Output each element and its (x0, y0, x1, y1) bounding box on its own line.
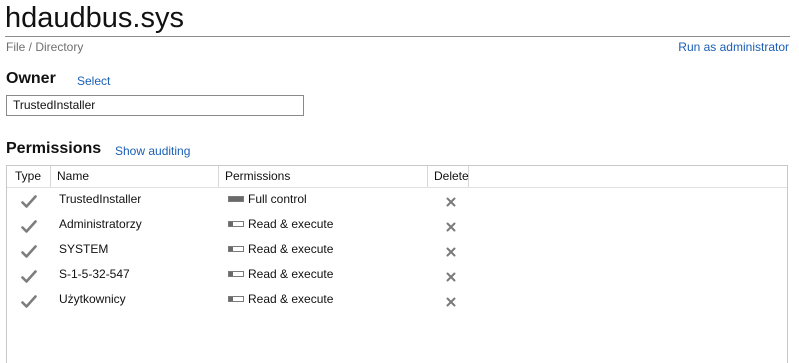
permission-cell[interactable]: Read & execute (228, 262, 333, 287)
allow-check-icon (21, 218, 37, 233)
principal-name: Użytkownicy (59, 292, 126, 306)
object-type-label: File / Directory (6, 40, 84, 54)
show-auditing-link[interactable]: Show auditing (115, 144, 190, 158)
type-cell (21, 237, 37, 262)
permission-label: Read & execute (248, 292, 334, 306)
table-row[interactable]: Administratorzy Read & execute (7, 212, 787, 237)
permission-cell[interactable]: Read & execute (228, 212, 333, 237)
allow-check-icon (21, 193, 37, 208)
delete-cell (444, 262, 458, 287)
delete-x-icon[interactable] (444, 268, 458, 282)
delete-x-icon[interactable] (444, 243, 458, 257)
permissions-heading: Permissions (6, 140, 102, 157)
page-title: hdaudbus.sys (5, 2, 184, 34)
table-header: Type Name Permissions Delete (7, 166, 787, 188)
column-header-delete[interactable]: Delete (428, 166, 469, 187)
permissions-table: Type Name Permissions Delete TrustedInst… (6, 165, 788, 363)
table-row[interactable]: SYSTEM Read & execute (7, 237, 787, 262)
owner-heading: Owner (6, 70, 56, 87)
column-header-name[interactable]: Name (51, 166, 219, 187)
owner-field[interactable]: TrustedInstaller (6, 95, 304, 116)
principal-name: TrustedInstaller (59, 192, 142, 206)
permission-level-icon (228, 270, 244, 277)
type-cell (21, 187, 37, 212)
column-header-permissions[interactable]: Permissions (219, 166, 428, 187)
permission-label: Read & execute (248, 217, 334, 231)
allow-check-icon (21, 293, 37, 308)
permission-level-icon (228, 245, 244, 252)
allow-check-icon (21, 268, 37, 283)
delete-x-icon[interactable] (444, 293, 458, 307)
principal-name: Administratorzy (59, 217, 142, 231)
permission-cell[interactable]: Read & execute (228, 287, 333, 312)
run-as-administrator-link[interactable]: Run as administrator (678, 40, 789, 54)
table-row[interactable]: S-1-5-32-547 Read & execute (7, 262, 787, 287)
delete-cell (444, 187, 458, 212)
type-cell (21, 262, 37, 287)
permission-cell[interactable]: Full control (228, 187, 307, 212)
permission-cell[interactable]: Read & execute (228, 237, 333, 262)
allow-check-icon (21, 243, 37, 258)
permission-level-icon (228, 220, 244, 227)
owner-select-link[interactable]: Select (77, 74, 110, 88)
table-row[interactable]: TrustedInstaller Full control (7, 187, 787, 212)
column-header-type[interactable]: Type (9, 166, 51, 187)
delete-x-icon[interactable] (444, 193, 458, 207)
title-divider (5, 36, 790, 37)
permission-label: Read & execute (248, 242, 334, 256)
permission-label: Read & execute (248, 267, 334, 281)
principal-name: SYSTEM (59, 242, 109, 256)
type-cell (21, 212, 37, 237)
permissions-page: hdaudbus.sys File / Directory Run as adm… (0, 0, 799, 363)
delete-cell (444, 212, 458, 237)
principal-name: S-1-5-32-547 (59, 267, 130, 281)
delete-x-icon[interactable] (444, 218, 458, 232)
type-cell (21, 287, 37, 312)
table-row[interactable]: Użytkownicy Read & execute (7, 287, 787, 312)
permission-level-icon (228, 195, 244, 202)
delete-cell (444, 287, 458, 312)
permission-label: Full control (248, 192, 307, 206)
permission-level-icon (228, 295, 244, 302)
delete-cell (444, 237, 458, 262)
